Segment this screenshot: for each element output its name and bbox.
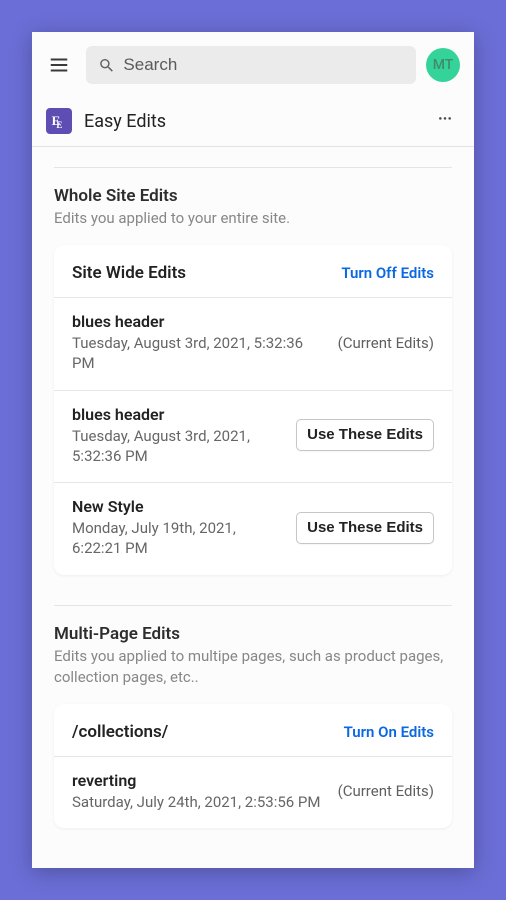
avatar[interactable]: MT bbox=[426, 48, 460, 82]
menu-icon bbox=[48, 54, 70, 76]
whole-site-section-title: Whole Site Edits bbox=[54, 186, 452, 206]
edit-date: Saturday, July 24th, 2021, 2:53:56 PM bbox=[72, 792, 328, 812]
current-edits-label: (Current Edits) bbox=[338, 782, 434, 800]
search-input[interactable] bbox=[123, 55, 404, 75]
current-edits-label: (Current Edits) bbox=[338, 334, 434, 352]
edit-name: blues header bbox=[72, 312, 328, 331]
edit-name: blues header bbox=[72, 405, 286, 424]
more-horizontal-icon bbox=[435, 113, 455, 129]
edit-row[interactable]: blues header Tuesday, August 3rd, 2021, … bbox=[54, 391, 452, 484]
edit-name: reverting bbox=[72, 771, 328, 790]
app-icon: EE bbox=[46, 108, 72, 134]
edit-row[interactable]: blues header Tuesday, August 3rd, 2021, … bbox=[54, 298, 452, 391]
use-these-edits-button[interactable]: Use These Edits bbox=[296, 419, 434, 451]
collections-card-title: /collections/ bbox=[72, 722, 168, 742]
edit-row[interactable]: New Style Monday, July 19th, 2021, 6:22:… bbox=[54, 483, 452, 575]
use-these-edits-button[interactable]: Use These Edits bbox=[296, 512, 434, 544]
search-icon bbox=[98, 56, 115, 75]
turn-on-edits[interactable]: Turn On Edits bbox=[344, 723, 434, 741]
edit-name: New Style bbox=[72, 497, 286, 516]
search-field[interactable] bbox=[86, 46, 416, 84]
sitewide-card-title: Site Wide Edits bbox=[72, 263, 186, 283]
edit-date: Tuesday, August 3rd, 2021, 5:32:36 PM bbox=[72, 426, 286, 467]
app-title: Easy Edits bbox=[84, 111, 430, 132]
edit-date: Tuesday, August 3rd, 2021, 5:32:36 PM bbox=[72, 333, 328, 374]
multipage-section-desc: Edits you applied to multipe pages, such… bbox=[54, 646, 452, 688]
whole-site-section-desc: Edits you applied to your entire site. bbox=[54, 208, 452, 229]
turn-off-edits[interactable]: Turn Off Edits bbox=[341, 264, 434, 282]
multipage-section-title: Multi-Page Edits bbox=[54, 624, 452, 644]
edit-date: Monday, July 19th, 2021, 6:22:21 PM bbox=[72, 518, 286, 559]
edit-row[interactable]: reverting Saturday, July 24th, 2021, 2:5… bbox=[54, 757, 452, 828]
hamburger-menu[interactable] bbox=[42, 48, 76, 82]
more-actions[interactable] bbox=[430, 106, 460, 136]
